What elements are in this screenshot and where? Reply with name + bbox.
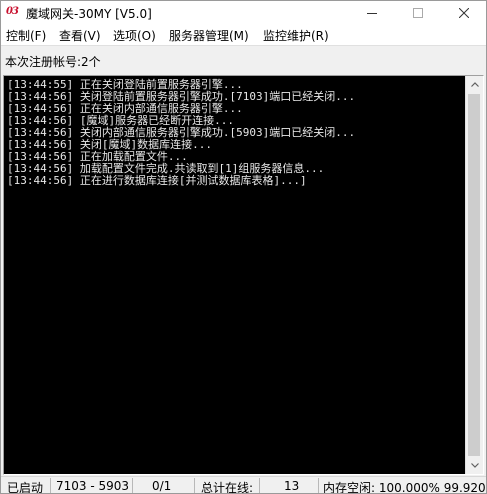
status-divider [194,478,195,493]
minimize-button[interactable] [349,1,395,24]
scroll-up-button[interactable] [466,76,483,93]
console-panel: [13:44:55] 正在关闭登陆前置服务器引擎... [13:44:56] 关… [3,75,484,475]
close-icon [459,7,469,18]
status-ratio: 0/1 [152,479,172,493]
log-console[interactable]: [13:44:55] 正在关闭登陆前置服务器引擎... [13:44:56] 关… [4,76,466,474]
close-button[interactable] [441,1,486,24]
menu-monitoring[interactable]: 监控维护(R) [262,27,330,44]
menu-bar: 控制(F) 查看(V) 选项(O) 服务器管理(M) 监控维护(R) [1,24,486,46]
info-bar: 本次注册帐号:2个 [1,46,486,74]
status-memory: 内存空闲: 100.000% 99.920% [323,481,487,494]
chevron-down-icon [470,463,479,468]
app-icon: 03 [6,6,19,17]
scroll-down-button[interactable] [466,457,483,474]
menu-view[interactable]: 查看(V) [58,27,102,44]
log-line: [13:44:56] 正在进行数据库连接[并测试数据库表格]...] [7,174,307,187]
maximize-icon [413,7,423,18]
maximize-button[interactable] [395,1,441,24]
chevron-up-icon [470,82,479,87]
status-online-label: 总计在线: [201,481,254,494]
status-ports: 7103 - 5903 [56,479,130,493]
status-online-count: 13 [284,479,300,493]
scroll-thumb[interactable] [468,94,480,456]
registration-count: 本次注册帐号:2个 [5,55,101,69]
status-bar: 已启动 7103 - 5903 0/1 总计在线: 13 内存空闲: 100.0… [1,476,487,494]
minimize-icon [367,12,377,14]
window-title: 魔域网关-30MY [V5.0] [26,7,152,21]
menu-server-management[interactable]: 服务器管理(M) [168,27,250,44]
menu-control[interactable]: 控制(F) [5,27,47,44]
status-divider [132,478,133,493]
title-bar[interactable]: 03 魔域网关-30MY [V5.0] [1,1,486,24]
status-divider [259,478,260,493]
status-state: 已启动 [7,481,44,494]
vertical-scrollbar[interactable] [465,76,483,474]
app-window: 03 魔域网关-30MY [V5.0] 控制(F) 查看(V) 选项(O) 服务… [0,0,487,494]
menu-options[interactable]: 选项(O) [112,27,157,44]
status-divider [50,478,51,493]
status-divider [318,478,319,493]
